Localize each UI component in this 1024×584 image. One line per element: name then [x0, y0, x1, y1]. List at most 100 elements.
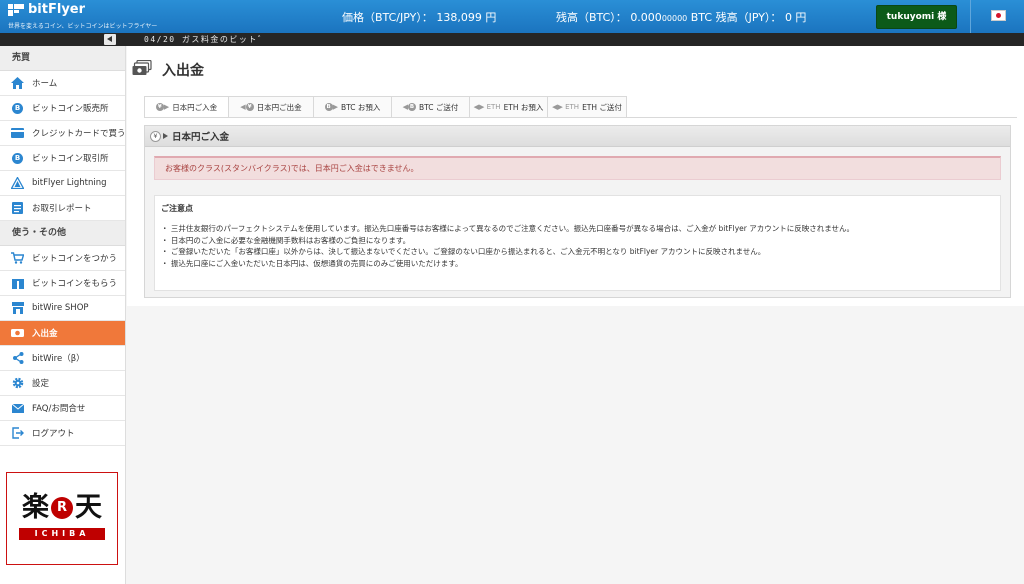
rakuten-char-raku: 楽 [22, 492, 49, 523]
bitcoin-arrow-icon: B ▶ [324, 103, 338, 111]
sidebar-item-lightning[interactable]: bitFlyer Lightning [0, 171, 125, 196]
tab-jpy-withdraw[interactable]: ◀ ¥ 日本円ご出金 [228, 96, 313, 118]
jpy-balance-label: 残高（JPY）： [715, 11, 782, 24]
btc-balance-main: 0.000 [630, 11, 662, 24]
money-stack-icon [132, 59, 152, 76]
tab-label: 日本円ご出金 [256, 102, 302, 112]
cart-icon [11, 252, 24, 265]
ticker-text[interactable]: 04/20 ガス料金のビット゛ [144, 34, 267, 45]
btc-balance-label: 残高（BTC）： [556, 11, 627, 24]
tab-icon-symbol: B [324, 103, 333, 111]
btc-balance-unit: BTC [690, 11, 713, 24]
notes-box: ご注意点 ・ 三井住友銀行のパーフェクトシステムを使用しています。振込先口座番号… [154, 195, 1001, 291]
notes-item: ・ 振込先口座にご入金いただいた日本円は、仮想通貨の売買にのみご使用いただけます… [161, 258, 463, 268]
sidebar-collapse-button[interactable] [104, 34, 116, 45]
money-icon [11, 327, 24, 340]
sidebar-item-label: 入出金 [32, 329, 58, 339]
home-icon [11, 77, 24, 90]
japan-flag-icon [991, 10, 1006, 21]
sidebar-item-use-bitcoin[interactable]: ビットコインをつかう [0, 246, 125, 271]
sidebar-item-deposit-withdraw[interactable]: 入出金 [0, 321, 125, 346]
tab-label: 日本円ご入金 [172, 102, 218, 112]
sidebar-item-bitwire-shop[interactable]: bitWire SHOP [0, 296, 125, 321]
receive-icon [11, 277, 24, 290]
eth-arrow-icon: ◀▶ ETH [473, 103, 501, 111]
tab-label: ETH お預入 [503, 102, 544, 112]
sidebar-item-report[interactable]: お取引レポート [0, 196, 125, 221]
bitcoin-icon: B [11, 102, 24, 115]
sidebar-item-label: ビットコイン販売所 [32, 104, 109, 114]
price-value: 138,099 円 [436, 11, 497, 24]
bitcoin-icon: B [11, 152, 24, 165]
sidebar-item-bitcoin-shop[interactable]: B ビットコイン販売所 [0, 96, 125, 121]
logout-icon [11, 427, 24, 440]
sidebar-item-logout[interactable]: ログアウト [0, 421, 125, 446]
sidebar-section-trade: 売買 [0, 46, 125, 71]
bitflyer-logo-icon [8, 4, 24, 16]
sidebar-item-label: ホーム [32, 79, 58, 89]
tab-jpy-deposit[interactable]: ¥ ▶ 日本円ご入金 [144, 96, 228, 118]
tab-icon-symbol: ETH [486, 103, 501, 111]
panel-title: 日本円ご入金 [172, 132, 230, 143]
sidebar-item-label: bitWire SHOP [32, 303, 89, 313]
sidebar-item-label: お取引レポート [32, 204, 92, 214]
arrow-right-icon [163, 133, 168, 139]
top-header: bitFlyer 世界を変えるコイン、ビットコインはビットフライヤー 価格（BT… [0, 0, 1024, 33]
rakuten-ad-banner[interactable]: 楽 R 天 ICHIBA [6, 472, 118, 565]
sidebar-item-home[interactable]: ホーム [0, 71, 125, 96]
notes-title: ご注意点 [161, 204, 193, 213]
shop-icon [11, 302, 24, 315]
sidebar-item-label: ビットコインをつかう [32, 254, 118, 264]
sidebar-item-label: bitWire（β） [32, 354, 85, 364]
yen-icon: ¥ [150, 130, 161, 142]
sidebar-item-label: FAQ/お問合せ [32, 404, 86, 414]
sidebar-item-label: ビットコイン取引所 [32, 154, 109, 164]
sidebar-item-bitcoin-exchange[interactable]: B ビットコイン取引所 [0, 146, 125, 171]
user-account-button[interactable]: tukuyomi 様 [876, 5, 957, 29]
notes-item: ・ 日本円のご入金に必要な金融機関手数料はお客様のご負担になります。 [161, 235, 411, 245]
tab-label: BTC ご送付 [418, 102, 459, 112]
bitcoin-arrow-icon: ◀ B [402, 103, 416, 111]
tab-label: BTC お預入 [340, 102, 381, 112]
sidebar-section-other: 使う・その他 [0, 221, 125, 246]
tab-btc-send[interactable]: ◀ B BTC ご送付 [391, 96, 469, 118]
sidebar-item-label: 設定 [32, 379, 50, 389]
mail-icon [11, 402, 24, 415]
tab-label: ETH ご送付 [582, 102, 622, 112]
bitflyer-logo[interactable]: bitFlyer 世界を変えるコイン、ビットコインはビットフライヤー [8, 2, 178, 31]
deposit-tabs: ¥ ▶ 日本円ご入金 ◀ ¥ 日本円ご出金 B ▶ BTC お預入 ◀ B BTC ご送… [144, 96, 627, 118]
sidebar-item-faq[interactable]: FAQ/お問合せ [0, 396, 125, 421]
jpy-balance-value: 0 円 [784, 11, 807, 24]
class-restriction-alert: お客様のクラス(スタンバイクラス)では、日本円ご入金はできません。 [154, 156, 1001, 180]
sidebar-item-label: クレジットカードで買う [32, 129, 125, 139]
rakuten-r-icon: R [51, 497, 73, 519]
notes-item: ・ 三井住友銀行のパーフェクトシステムを使用しています。振込先口座番号はお客様に… [161, 224, 854, 233]
sidebar-item-label: ビットコインをもらう [32, 279, 118, 289]
report-icon [11, 202, 24, 215]
brand-tagline: 世界を変えるコイン、ビットコインはビットフライヤー [8, 23, 158, 30]
sidebar-item-credit-card[interactable]: クレジットカードで買う [0, 121, 125, 146]
sidebar-item-label: bitFlyer Lightning [32, 178, 107, 188]
gear-icon [11, 377, 24, 390]
tab-btc-deposit[interactable]: B ▶ BTC お預入 [313, 96, 391, 118]
rakuten-ichiba-label: ICHIBA [19, 528, 105, 540]
price-label: 価格（BTC/JPY）： [342, 11, 433, 24]
main-content: 入出金 ¥ ▶ 日本円ご入金 ◀ ¥ 日本円ご出金 B ▶ BTC お預入 ◀ B BT… [127, 46, 1024, 306]
tabs-divider [144, 117, 1017, 118]
sidebar-item-settings[interactable]: 設定 [0, 371, 125, 396]
btc-balance-small: 00000 [661, 14, 688, 23]
language-selector[interactable] [970, 0, 1024, 33]
tab-icon-symbol: ¥ [245, 103, 254, 111]
sidebar-item-label: ログアウト [32, 429, 75, 439]
news-ticker: 04/20 ガス料金のビット゛ [0, 33, 1024, 46]
sidebar-item-bitwire[interactable]: bitWire（β） [0, 346, 125, 371]
rakuten-char-ten: 天 [75, 492, 102, 523]
tab-icon-symbol: ETH [565, 103, 580, 111]
lightning-icon [11, 177, 24, 190]
tab-eth-send[interactable]: ◀▶ ETH ETH ご送付 [547, 96, 627, 118]
share-icon [11, 352, 24, 365]
btc-price: 価格（BTC/JPY）： 138,099 円 [342, 9, 496, 25]
tab-eth-deposit[interactable]: ◀▶ ETH ETH お預入 [469, 96, 547, 118]
yen-arrow-icon: ◀ ¥ [240, 103, 254, 111]
sidebar-item-get-bitcoin[interactable]: ビットコインをもらう [0, 271, 125, 296]
